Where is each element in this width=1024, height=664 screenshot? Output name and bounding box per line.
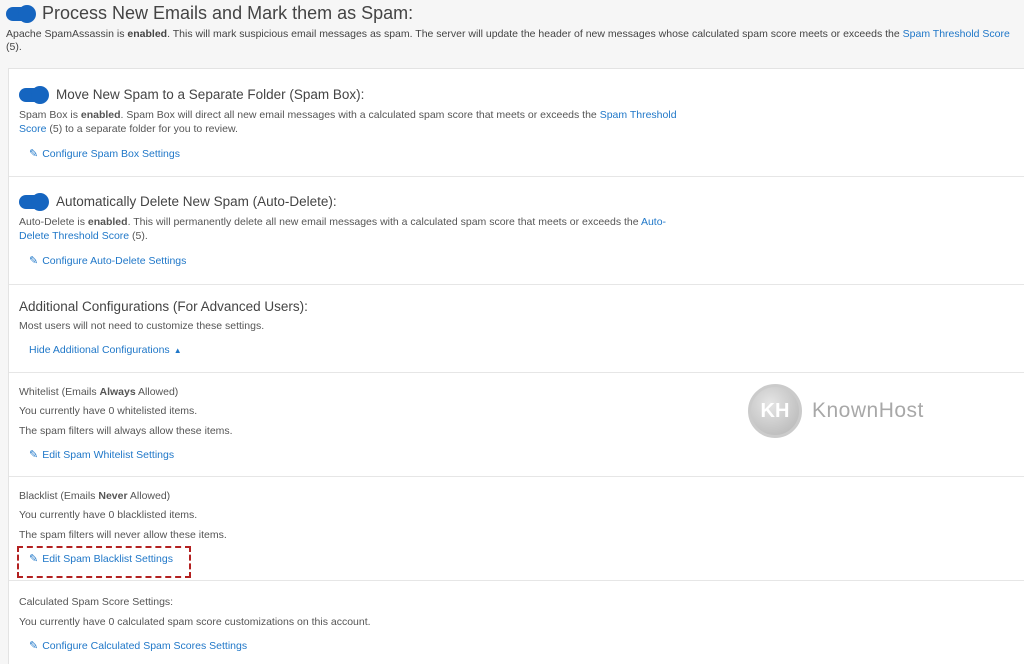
hide-additional-config-link[interactable]: Hide Additional Configurations ▲ — [29, 344, 182, 356]
spam-score-section: Calculated Spam Score Settings: You curr… — [9, 581, 1024, 664]
configure-spam-box-link[interactable]: ✎ Configure Spam Box Settings — [29, 147, 180, 161]
auto-delete-toggle[interactable] — [19, 192, 49, 211]
configure-spam-scores-link[interactable]: ✎ Configure Calculated Spam Scores Setti… — [29, 639, 247, 653]
spam-box-section: Move New Spam to a Separate Folder (Spam… — [9, 69, 1024, 177]
knownhost-watermark: KH KnownHost — [748, 384, 924, 438]
spamassassin-description: Apache SpamAssassin is enabled. This wil… — [6, 28, 1010, 53]
additional-config-section: Additional Configurations (For Advanced … — [9, 285, 1024, 373]
spamassassin-header: Process New Emails and Mark them as Spam… — [6, 3, 1016, 54]
knownhost-wordmark: KnownHost — [812, 399, 924, 422]
edit-whitelist-link[interactable]: ✎ Edit Spam Whitelist Settings — [29, 448, 174, 462]
blacklist-count: You currently have 0 blacklisted items. — [19, 509, 198, 521]
additional-config-description: Most users will not need to customize th… — [19, 320, 265, 332]
knownhost-logo-icon: KH — [748, 384, 802, 438]
pencil-icon: ✎ — [29, 449, 39, 461]
spam-threshold-link[interactable]: Spam Threshold Score — [903, 28, 1010, 40]
spam-box-title: Move New Spam to a Separate Folder (Spam… — [19, 85, 1024, 104]
blacklist-title: Blacklist (Emails Never Allowed) — [19, 490, 171, 502]
pencil-icon: ✎ — [29, 148, 39, 160]
auto-delete-section: Automatically Delete New Spam (Auto-Dele… — [9, 177, 1024, 285]
additional-config-title: Additional Configurations (For Advanced … — [19, 299, 308, 314]
settings-panel: Move New Spam to a Separate Folder (Spam… — [8, 68, 1024, 664]
auto-delete-title: Automatically Delete New Spam (Auto-Dele… — [19, 192, 1024, 211]
configure-auto-delete-link[interactable]: ✎ Configure Auto-Delete Settings — [29, 254, 186, 268]
spam-score-title: Calculated Spam Score Settings: — [19, 596, 174, 608]
spamassassin-toggle[interactable] — [6, 4, 36, 23]
spam-box-description: Spam Box is enabled. Spam Box will direc… — [19, 109, 677, 135]
page-title: Process New Emails and Mark them as Spam… — [6, 3, 1016, 24]
auto-delete-description: Auto-Delete is enabled. This will perman… — [19, 216, 667, 242]
pencil-icon: ✎ — [29, 640, 39, 652]
pencil-icon: ✎ — [29, 255, 39, 267]
chevron-up-icon: ▲ — [173, 345, 182, 355]
spam-box-toggle[interactable] — [19, 85, 49, 104]
page-title-text: Process New Emails and Mark them as Spam… — [42, 3, 414, 23]
highlight-annotation — [17, 546, 191, 578]
spam-score-count: You currently have 0 calculated spam sco… — [19, 616, 371, 628]
blacklist-note: The spam filters will never allow these … — [19, 529, 227, 541]
